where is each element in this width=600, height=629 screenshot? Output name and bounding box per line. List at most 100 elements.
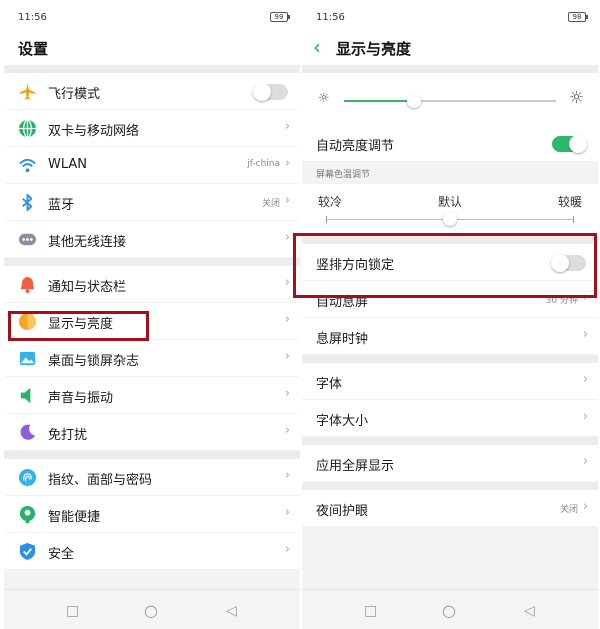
chevron-right-icon: ›: [284, 193, 290, 208]
settings-row[interactable]: 字体大小 ›: [302, 400, 598, 437]
toggle-switch[interactable]: [551, 254, 586, 272]
settings-row[interactable]: 显示与亮度 ›: [4, 303, 300, 340]
settings-row-label: 字体: [316, 377, 343, 392]
settings-row-label: 竖排方向锁定: [316, 258, 395, 273]
color-temp-warm-label: 较暖: [557, 195, 582, 209]
settings-row-label: 夜间护眼: [316, 504, 369, 519]
settings-row[interactable]: 桌面与锁屏杂志 ›: [4, 340, 300, 377]
chevron-right-icon: ›: [582, 409, 588, 424]
auto-brightness-label: 自动亮度调节: [316, 139, 395, 154]
toggle-knob: [569, 135, 587, 153]
settings-row-label: WLAN: [48, 157, 88, 172]
settings-row[interactable]: 夜间护眼 关闭 ›: [302, 490, 598, 527]
battery-icon: 98: [568, 12, 588, 22]
toggle-knob: [253, 83, 271, 101]
settings-row[interactable]: 息屏时钟 ›: [302, 318, 598, 355]
status-time: 11:56: [316, 12, 345, 23]
section-divider: [4, 65, 300, 73]
settings-row[interactable]: 双卡与移动网络 ›: [4, 110, 300, 147]
chevron-right-icon: ›: [284, 230, 290, 245]
display-brightness-screen: 11:56 98 ‹ 显示与亮度 ☼ ☼ 自动亮度调节 屏幕色温调节 较冷 默认…: [302, 0, 598, 629]
chevron-right-icon: ›: [284, 275, 290, 290]
color-temp-cold-label: 较冷: [318, 195, 343, 209]
settings-row-label: 通知与状态栏: [48, 280, 127, 295]
color-temp-slider-handle[interactable]: [443, 212, 457, 226]
settings-row-label: 蓝牙: [48, 198, 75, 213]
recents-button[interactable]: □: [364, 603, 377, 619]
smart-icon: [18, 505, 37, 524]
globe-icon: [18, 119, 37, 138]
section-divider: [302, 437, 598, 445]
settings-row[interactable]: 字体 ›: [302, 363, 598, 400]
color-temp-slider[interactable]: [326, 212, 574, 226]
settings-row-label: 双卡与移动网络: [48, 124, 140, 139]
settings-row-label: 智能便捷: [48, 510, 101, 525]
brightness-slider-fill: [344, 100, 414, 102]
settings-row-label: 自动息屏: [316, 295, 369, 310]
recents-button[interactable]: □: [66, 603, 79, 619]
fingerprint-icon: [18, 468, 37, 487]
slider-tick: [573, 216, 574, 223]
chevron-right-icon: ›: [582, 290, 588, 305]
settings-row-value: 关闭: [559, 505, 578, 515]
settings-row[interactable]: 安全 ›: [4, 533, 300, 570]
status-bar: 11:56 99: [4, 0, 300, 32]
chevron-right-icon: ›: [284, 386, 290, 401]
navigation-bar: □ ○ ◁: [4, 589, 300, 629]
back-nav-button[interactable]: ◁: [226, 603, 237, 619]
sun-small-icon: ☼: [318, 91, 330, 106]
settings-row-label: 桌面与锁屏杂志: [48, 354, 140, 369]
home-button[interactable]: ○: [144, 601, 158, 620]
battery-icon: 99: [270, 12, 290, 22]
settings-row[interactable]: 指纹、面部与密码 ›: [4, 459, 300, 496]
chevron-right-icon: ›: [582, 454, 588, 469]
chevron-right-icon: ›: [284, 312, 290, 327]
brightness-slider-handle[interactable]: [406, 94, 421, 108]
toggle-switch[interactable]: [253, 83, 288, 101]
settings-row[interactable]: 蓝牙 关闭 ›: [4, 184, 300, 221]
settings-row[interactable]: 自动息屏 30 分钟 ›: [302, 281, 598, 318]
settings-row[interactable]: WLAN jf-china ›: [4, 147, 300, 184]
moon-icon: [18, 423, 37, 442]
wifi-icon: [18, 156, 37, 175]
settings-row[interactable]: 声音与振动 ›: [4, 377, 300, 414]
section-divider: [4, 258, 300, 266]
airplane-icon: [18, 82, 37, 101]
settings-row[interactable]: 智能便捷 ›: [4, 496, 300, 533]
auto-brightness-row[interactable]: 自动亮度调节: [302, 125, 598, 162]
title-bar: ‹ 显示与亮度: [302, 32, 598, 65]
color-temp-caption: 屏幕色温调节: [302, 162, 598, 184]
status-bar: 11:56 98: [302, 0, 598, 32]
settings-row-label: 其他无线连接: [48, 235, 127, 250]
back-arrow-icon[interactable]: ‹: [313, 37, 321, 57]
page-title: 设置: [18, 40, 49, 58]
settings-row-label: 飞行模式: [48, 87, 101, 102]
settings-row-label: 指纹、面部与密码: [48, 473, 153, 488]
settings-row[interactable]: 应用全屏显示 ›: [302, 445, 598, 482]
settings-row-value: 关闭: [261, 199, 280, 209]
settings-row[interactable]: 免打扰 ›: [4, 414, 300, 451]
bluetooth-icon: [18, 193, 37, 212]
chevron-right-icon: ›: [284, 423, 290, 438]
auto-brightness-toggle[interactable]: [552, 135, 587, 153]
settings-row-value: 30 分钟: [545, 296, 578, 306]
color-temp-slider-row: 较冷 默认 较暖: [302, 184, 598, 236]
settings-list: 飞行模式 双卡与移动网络 › WLAN jf-china › 蓝牙 关闭 › 其他无线连接 › 通知与…: [4, 65, 300, 570]
chevron-right-icon: ›: [284, 468, 290, 483]
settings-row-label: 息屏时钟: [316, 332, 369, 347]
settings-row[interactable]: 飞行模式: [4, 73, 300, 110]
settings-row-label: 免打扰: [48, 428, 88, 443]
title-bar: 设置: [4, 32, 300, 65]
settings-row-label: 应用全屏显示: [316, 459, 395, 474]
settings-row[interactable]: 其他无线连接 ›: [4, 221, 300, 258]
chevron-right-icon: ›: [284, 505, 290, 520]
section-divider: [4, 451, 300, 459]
page-title: 显示与亮度: [336, 40, 412, 58]
settings-row[interactable]: 通知与状态栏 ›: [4, 266, 300, 303]
chevron-right-icon: ›: [284, 542, 290, 557]
display-settings-list: 竖排方向锁定 自动息屏 30 分钟 › 息屏时钟 › 字体 › 字体大小 › 应用全屏显示 › 夜间护眼…: [302, 236, 598, 527]
home-button[interactable]: ○: [442, 601, 456, 620]
brightness-slider[interactable]: [344, 94, 556, 108]
back-nav-button[interactable]: ◁: [524, 603, 535, 619]
settings-row[interactable]: 竖排方向锁定: [302, 244, 598, 281]
